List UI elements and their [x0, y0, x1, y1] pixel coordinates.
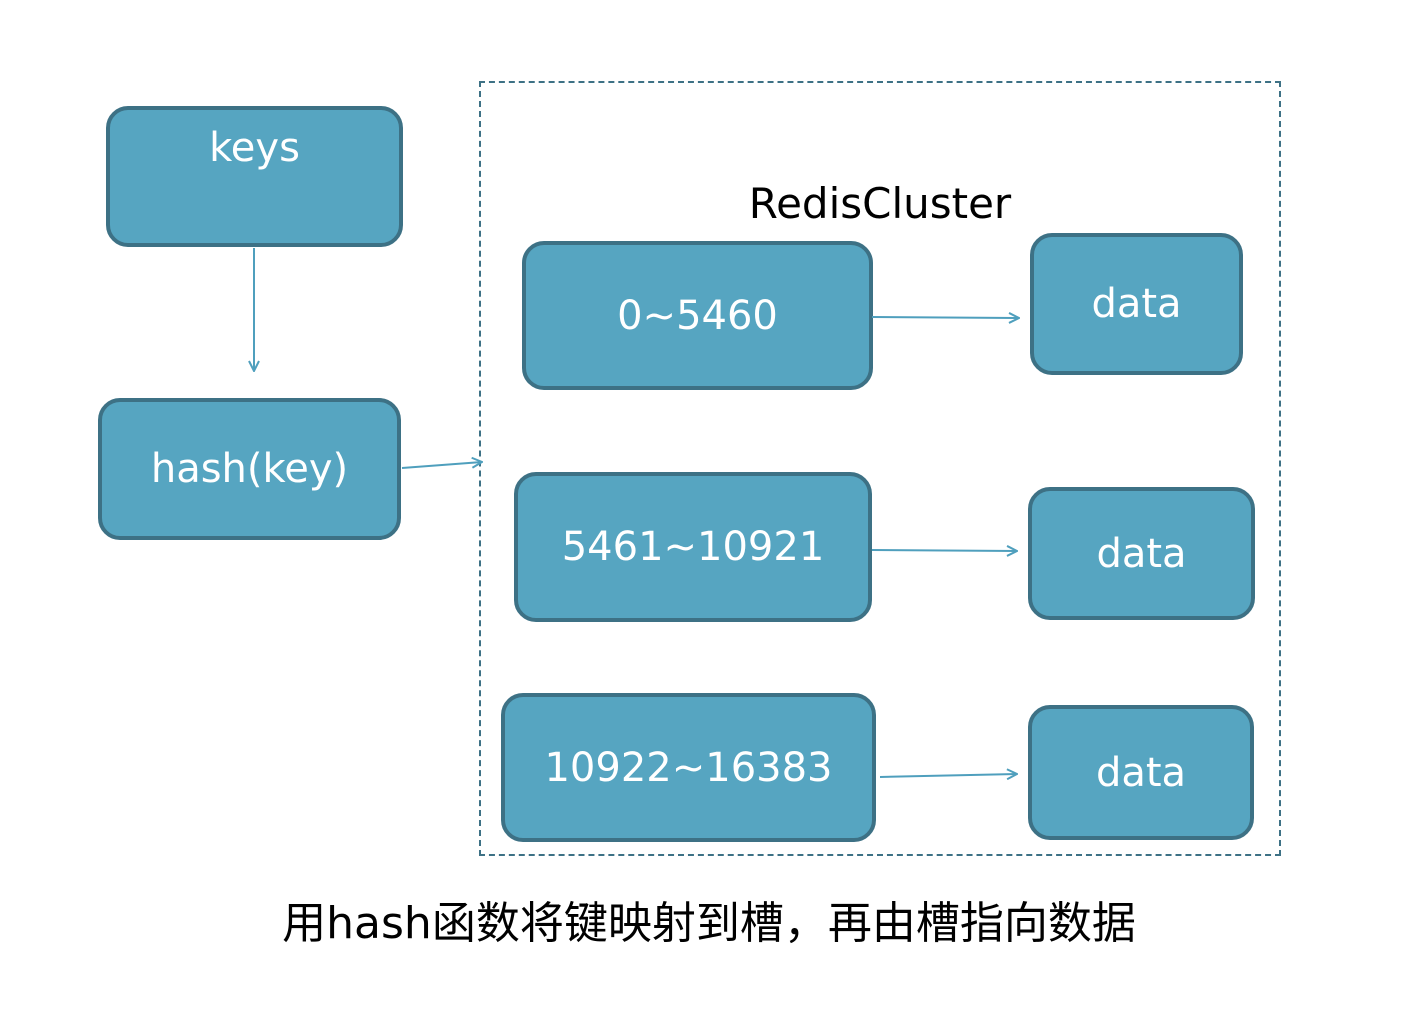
keys-label: keys — [209, 125, 300, 171]
slot-range-label-3: 10922~16383 — [544, 744, 833, 791]
data-box-3: data — [1028, 705, 1254, 840]
diagram-caption: 用hash函数将键映射到槽，再由槽指向数据 — [282, 898, 1136, 949]
data-box-2: data — [1028, 487, 1255, 620]
cluster-title: RedisCluster — [748, 179, 1012, 228]
hash-function-box: hash(key) — [98, 398, 401, 540]
data-box-1: data — [1030, 233, 1243, 375]
data-label-3: data — [1095, 749, 1187, 796]
data-label-1: data — [1091, 281, 1182, 327]
slot-range-box-3: 10922~16383 — [501, 693, 876, 842]
slot-range-box-1: 0~5460 — [522, 241, 873, 390]
slot-range-label-2: 5461~10921 — [561, 524, 825, 570]
arrow-hash-to-cluster — [401, 462, 482, 469]
slot-range-box-2: 5461~10921 — [514, 472, 872, 622]
keys-box: keys — [106, 106, 403, 247]
slot-range-label-1: 0~5460 — [617, 292, 778, 339]
data-label-2: data — [1096, 530, 1187, 577]
hash-function-label: hash(key) — [150, 446, 349, 492]
